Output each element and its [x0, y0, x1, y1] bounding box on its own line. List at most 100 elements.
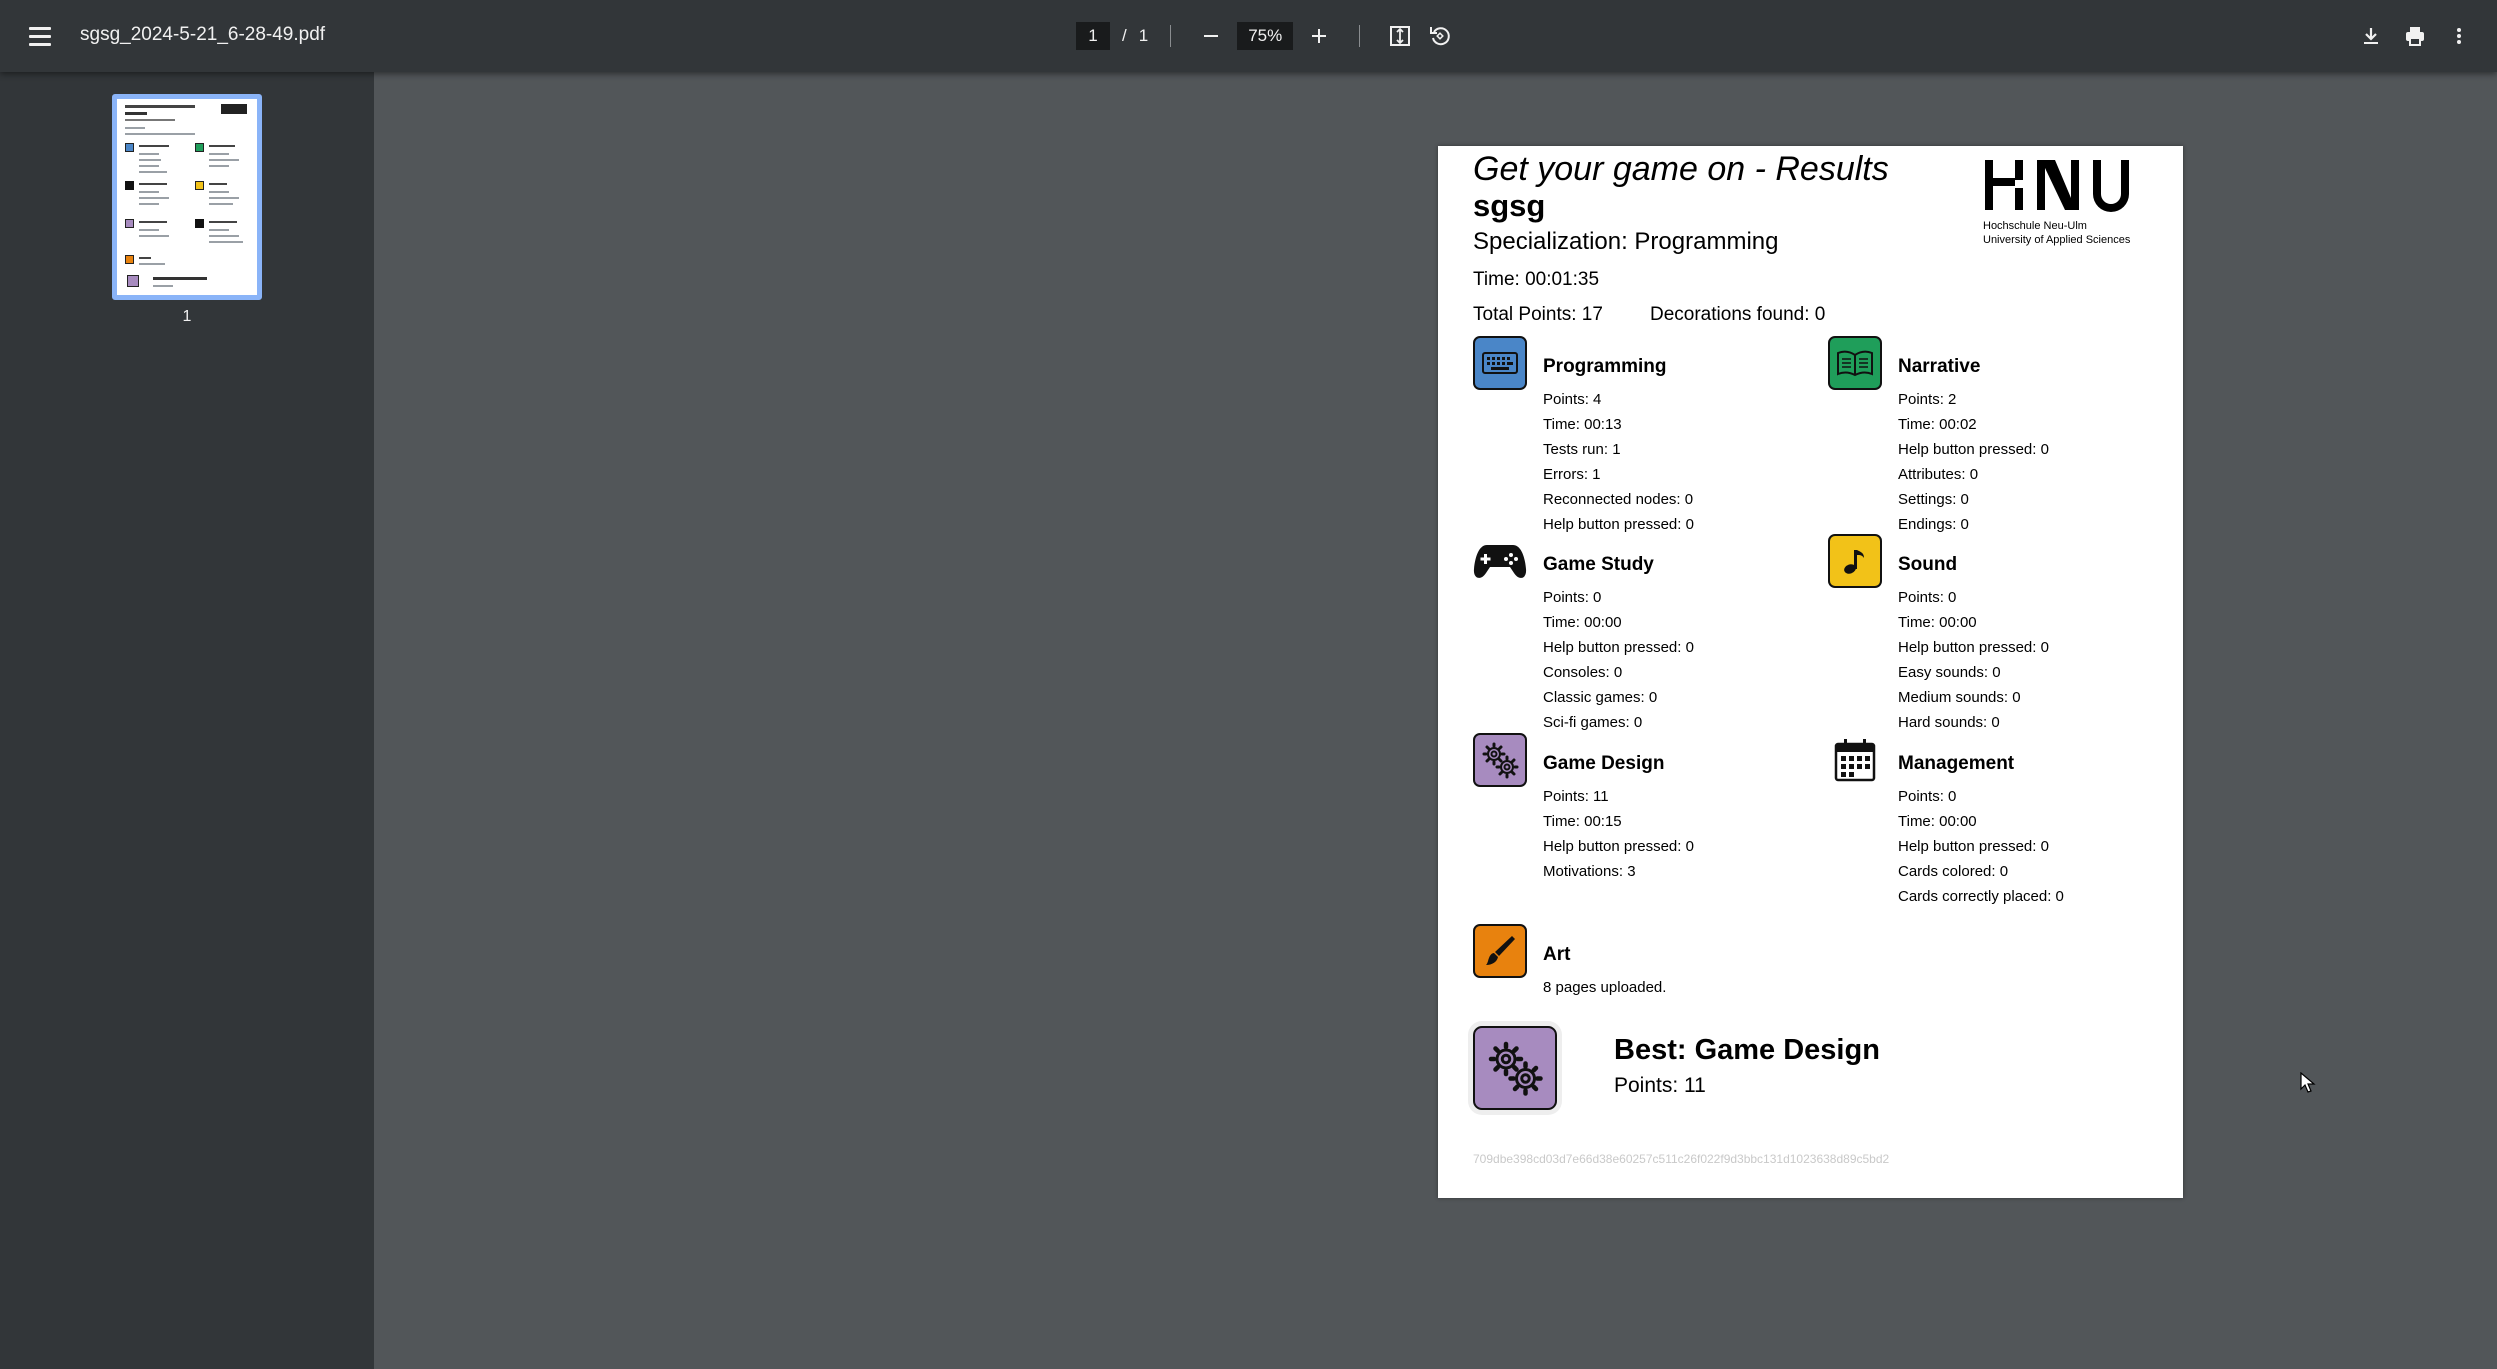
logo-line-1: Hochschule Neu-Ulm	[1983, 220, 2087, 232]
stat-line: Points: 0	[1898, 589, 1957, 606]
stat-line: Help button pressed: 0	[1898, 441, 2049, 458]
category-name: Art	[1543, 944, 1571, 965]
category-name: Sound	[1898, 554, 1958, 575]
keyboard-icon	[1473, 336, 1527, 390]
logo-text: Hochschule Neu-Ulm University of Applied…	[1983, 219, 2143, 247]
pdf-viewer-area[interactable]: Get your game on - Results sgsg Speciali…	[374, 72, 2497, 1369]
hnu-logo: Hochschule Neu-Ulm University of Applied…	[1983, 158, 2143, 247]
stat-line: Easy sounds: 0	[1898, 664, 2001, 681]
total-points: Total Points: 17	[1473, 304, 1603, 325]
stat-line: Points: 0	[1898, 788, 1957, 805]
total-time: Time: 00:01:35	[1473, 269, 1600, 290]
category-name: Programming	[1543, 356, 1667, 377]
stat-line: Time: 00:13	[1543, 416, 1622, 433]
stat-line: Time: 00:00	[1898, 813, 1977, 830]
print-button[interactable]	[2397, 18, 2433, 54]
zoom-in-button[interactable]	[1301, 18, 1337, 54]
minus-icon	[1204, 35, 1219, 37]
page-thumbnail[interactable]	[112, 94, 262, 300]
gamepad-icon	[1473, 534, 1527, 588]
stat-line: Help button pressed: 0	[1543, 838, 1694, 855]
stat-line: Points: 0	[1543, 589, 1602, 606]
thumbnail-sidebar: 1	[0, 72, 374, 1369]
zoom-input[interactable]	[1237, 22, 1294, 50]
stat-line: Hard sounds: 0	[1898, 714, 2000, 731]
page-total: 1	[1138, 26, 1149, 45]
category-name: Management	[1898, 753, 2015, 774]
calendar-icon	[1828, 733, 1882, 787]
toolbar-actions	[2353, 18, 2477, 54]
best-category-points: Points: 11	[1614, 1074, 1706, 1097]
category-stats: Points: 4 Time: 00:13 Tests run: 1 Error…	[1543, 387, 1694, 537]
stat-line: Time: 00:15	[1543, 813, 1622, 830]
mouse-cursor-icon	[2300, 1072, 2316, 1093]
more-options-button[interactable]	[2441, 18, 2477, 54]
fit-page-icon	[1390, 26, 1411, 46]
stat-line: Help button pressed: 0	[1543, 516, 1694, 533]
music-note-icon	[1828, 534, 1882, 588]
stat-line: Cards correctly placed: 0	[1898, 888, 2064, 905]
gears-icon	[1473, 733, 1527, 787]
paintbrush-icon	[1473, 924, 1527, 978]
stat-line: Errors: 1	[1543, 466, 1601, 483]
pdf-page: Get your game on - Results sgsg Speciali…	[1438, 146, 2183, 1198]
thumbnail-page-number: 1	[182, 308, 192, 325]
page-separator: /	[1122, 26, 1127, 45]
print-icon	[2406, 27, 2424, 46]
zoom-out-button[interactable]	[1193, 18, 1229, 54]
stat-line: Classic games: 0	[1543, 689, 1658, 706]
category-name: Game Design	[1543, 753, 1665, 774]
stat-line: Reconnected nodes: 0	[1543, 491, 1694, 508]
stat-line: Points: 11	[1543, 788, 1609, 805]
category-name: Game Study	[1543, 554, 1654, 575]
decorations-found: Decorations found: 0	[1650, 304, 1826, 325]
result-hash: 709dbe398cd03d7e66d38e60257c511c26f022f9…	[1473, 1152, 1890, 1166]
stat-line: Help button pressed: 0	[1898, 838, 2049, 855]
category-stats: Points: 0 Time: 00:00 Help button presse…	[1898, 585, 2049, 735]
stat-line: Help button pressed: 0	[1543, 639, 1694, 656]
open-book-icon	[1828, 336, 1882, 390]
pdf-toolbar: sgsg_2024-5-21_6-28-49.pdf / 1	[0, 0, 2497, 72]
stat-line: Endings: 0	[1898, 516, 1969, 533]
stat-line: Points: 4	[1543, 391, 1602, 408]
best-category-title: Best: Game Design	[1614, 1034, 1880, 1066]
category-name: Narrative	[1898, 356, 1981, 377]
document-filename: sgsg_2024-5-21_6-28-49.pdf	[80, 24, 326, 45]
results-heading: Get your game on - Results	[1473, 150, 1889, 188]
stat-line: Time: 00:00	[1898, 614, 1977, 631]
rotate-button[interactable]	[1422, 18, 1458, 54]
username: sgsg	[1473, 188, 1546, 223]
category-stats: Points: 0 Time: 00:00 Help button presse…	[1543, 585, 1694, 735]
stat-line: Attributes: 0	[1898, 466, 1979, 483]
page-number-input[interactable]	[1076, 22, 1110, 50]
download-icon	[2364, 28, 2378, 44]
category-stats: Points: 2 Time: 00:02 Help button presse…	[1898, 387, 2049, 537]
menu-icon[interactable]	[24, 20, 56, 52]
category-stats: 8 pages uploaded.	[1543, 975, 1666, 1000]
stat-line: Medium sounds: 0	[1898, 689, 2021, 706]
download-button[interactable]	[2353, 18, 2389, 54]
stat-line: Settings: 0	[1898, 491, 1969, 508]
specialization: Specialization: Programming	[1473, 228, 1779, 255]
fit-to-page-button[interactable]	[1382, 18, 1418, 54]
best-category-gears-icon	[1473, 1026, 1557, 1110]
stat-line: Sci-fi games: 0	[1543, 714, 1643, 731]
stat-line: Help button pressed: 0	[1898, 639, 2049, 656]
stat-line: Cards colored: 0	[1898, 863, 2009, 880]
stat-line: Time: 00:02	[1898, 416, 1977, 433]
toolbar-divider	[1170, 25, 1172, 47]
more-vertical-icon	[2457, 28, 2461, 44]
toolbar-divider	[1359, 25, 1361, 47]
category-stats: Points: 0 Time: 00:00 Help button presse…	[1898, 784, 2064, 909]
stat-line: Time: 00:00	[1543, 614, 1622, 631]
stat-line: Tests run: 1	[1543, 441, 1621, 458]
category-stats: Points: 11 Time: 00:15 Help button press…	[1543, 784, 1694, 884]
hnu-logo-icon	[1985, 160, 2129, 212]
plus-icon	[1312, 29, 1327, 43]
stat-line: Motivations: 3	[1543, 863, 1636, 880]
stat-line: 8 pages uploaded.	[1543, 979, 1667, 996]
rotate-icon	[1430, 27, 1450, 46]
page-zoom-controls: / 1	[1076, 18, 1458, 54]
stat-line: Consoles: 0	[1543, 664, 1623, 681]
stat-line: Points: 2	[1898, 391, 1957, 408]
